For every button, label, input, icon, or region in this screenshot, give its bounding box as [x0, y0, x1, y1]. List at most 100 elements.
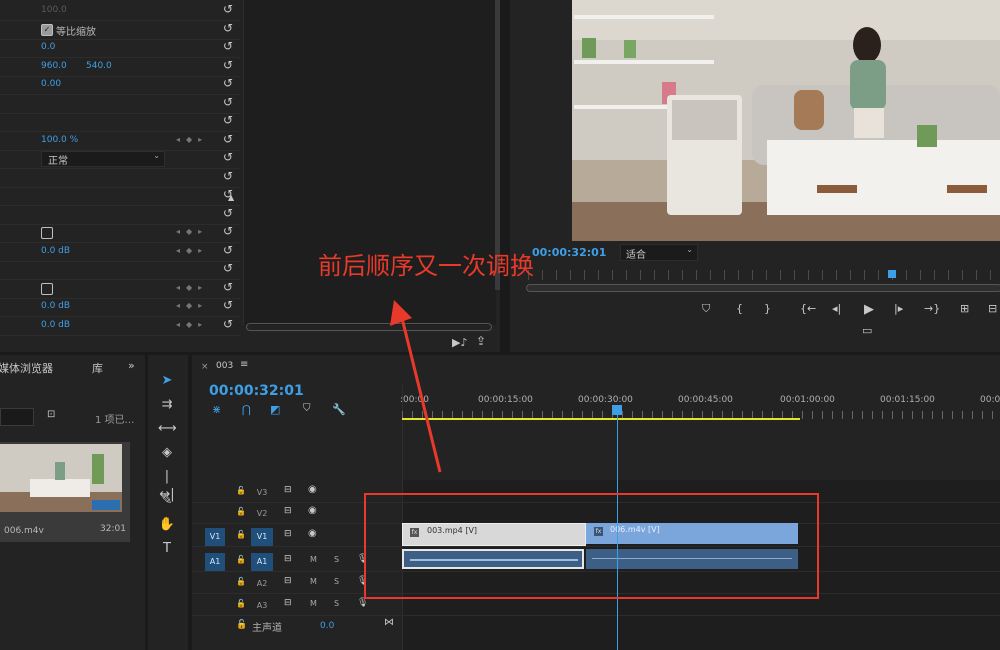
mark-out-icon[interactable]: }: [764, 302, 771, 315]
source-patch-a1[interactable]: A1: [205, 553, 225, 571]
track-lock-icon[interactable]: 🔓: [236, 507, 246, 516]
keyframe-nav-icon[interactable]: ◂◆▸: [176, 301, 208, 310]
reset-icon[interactable]: ↺: [223, 318, 235, 330]
effect-value[interactable]: 0.0 dB: [41, 301, 70, 311]
source-patch-v1[interactable]: V1: [205, 528, 225, 546]
track-target-v3[interactable]: V3: [251, 484, 273, 502]
eye-icon[interactable]: ◉: [308, 528, 317, 539]
reset-icon[interactable]: ↺: [223, 114, 235, 126]
mute-button[interactable]: M: [310, 599, 317, 608]
solo-button[interactable]: S: [334, 555, 339, 564]
track-select-tool-icon[interactable]: ⇉: [158, 396, 176, 414]
master-lock-icon[interactable]: 🔓: [236, 620, 247, 630]
keyframe-nav-icon[interactable]: ◂◆▸: [176, 283, 208, 292]
solo-button[interactable]: S: [334, 599, 339, 608]
extract-icon[interactable]: ⊟: [988, 302, 997, 315]
go-to-out-icon[interactable]: →}: [924, 302, 940, 315]
track-lock-icon[interactable]: 🔓: [236, 530, 246, 539]
effect-value[interactable]: 0.0: [41, 42, 55, 52]
export-frame-icon[interactable]: ⇪: [476, 334, 486, 348]
blend-mode-select[interactable]: 正常 ⌄: [41, 151, 165, 167]
program-playhead-marker[interactable]: [888, 270, 896, 278]
mute-button[interactable]: M: [310, 555, 317, 564]
track-lock-icon[interactable]: 🔓: [236, 555, 246, 564]
effect-value[interactable]: 100.0: [41, 5, 67, 15]
step-back-icon[interactable]: ◂|: [832, 302, 841, 315]
reset-icon[interactable]: ↺: [223, 281, 235, 293]
hand-tool-icon[interactable]: ✋: [158, 516, 176, 534]
reset-icon[interactable]: ↺: [223, 207, 235, 219]
selection-tool-icon[interactable]: ➤: [158, 372, 176, 390]
program-timecode[interactable]: 00:00:32:01: [532, 246, 606, 259]
sync-lock-icon[interactable]: ⊟: [284, 529, 292, 539]
reset-icon[interactable]: ↺: [223, 22, 235, 34]
razor-tool-icon[interactable]: ◈: [158, 444, 176, 462]
effect-value[interactable]: 0.0 dB: [41, 320, 70, 330]
program-zoom-bar[interactable]: [526, 284, 1000, 292]
collapse-triangle-icon[interactable]: ▲: [228, 193, 234, 202]
keyframe-nav-icon[interactable]: ◂◆▸: [176, 246, 208, 255]
effect-value[interactable]: 0.0 dB: [41, 246, 70, 256]
eye-icon[interactable]: ◉: [308, 505, 317, 516]
type-tool-icon[interactable]: T: [158, 540, 176, 558]
reset-icon[interactable]: ↺: [223, 244, 235, 256]
play-icon[interactable]: ▶: [864, 302, 874, 317]
mark-in-icon[interactable]: {: [736, 302, 743, 315]
keyframe-nav-icon[interactable]: ◂◆▸: [176, 320, 208, 329]
reset-icon[interactable]: ↺: [223, 262, 235, 274]
media-browser-tab[interactable]: 媒体浏览器: [0, 360, 53, 376]
reset-icon[interactable]: ↺: [223, 299, 235, 311]
ripple-edit-tool-icon[interactable]: ⟷: [158, 420, 177, 438]
reset-icon[interactable]: ↺: [223, 225, 235, 237]
track-target-a3[interactable]: A3: [251, 597, 273, 615]
project-search-input[interactable]: [0, 408, 34, 426]
track-target-v1[interactable]: V1: [251, 528, 273, 546]
reset-icon[interactable]: ↺: [223, 151, 235, 163]
effect-checkbox[interactable]: [41, 282, 53, 295]
clip-thumbnail-card[interactable]: 006.m4v 32:01: [0, 442, 130, 542]
program-ruler[interactable]: [528, 270, 1000, 280]
track-target-a2[interactable]: A2: [251, 575, 273, 593]
sync-lock-icon[interactable]: ⊟: [284, 576, 292, 586]
go-to-in-icon[interactable]: {←: [800, 302, 816, 315]
solo-button[interactable]: S: [334, 577, 339, 586]
pen-tool-icon[interactable]: ✎: [158, 492, 176, 510]
reset-icon[interactable]: ↺: [223, 133, 235, 145]
sync-lock-icon[interactable]: ⊟: [284, 554, 292, 564]
sync-lock-icon[interactable]: ⊟: [284, 485, 292, 495]
track-target-v2[interactable]: V2: [251, 505, 273, 523]
effect-checkbox[interactable]: [41, 227, 53, 239]
keyframe-nav-icon[interactable]: ◂◆▸: [176, 227, 208, 236]
effect-value[interactable]: 960.0: [41, 61, 67, 71]
master-end-icon[interactable]: ⋈: [384, 617, 394, 628]
new-bin-icon[interactable]: ⊡: [47, 409, 55, 420]
add-marker-icon[interactable]: ⛉: [702, 302, 710, 316]
effect-value[interactable]: 100.0 %: [41, 135, 78, 145]
track-target-a1[interactable]: A1: [251, 553, 273, 571]
reset-icon[interactable]: ↺: [223, 3, 235, 15]
slip-tool-icon[interactable]: |↔|: [158, 468, 176, 502]
keyframe-nav-icon[interactable]: ◂◆▸: [176, 135, 208, 144]
effect-value-2[interactable]: 540.0: [86, 61, 112, 71]
reset-icon[interactable]: ↺: [223, 170, 235, 182]
microphone-icon[interactable]: 🎙: [357, 598, 368, 608]
track-lock-icon[interactable]: 🔓: [236, 577, 246, 586]
reset-icon[interactable]: ↺: [223, 77, 235, 89]
sync-lock-icon[interactable]: ⊟: [284, 506, 292, 516]
track-lock-icon[interactable]: 🔓: [236, 486, 246, 495]
playhead-handle[interactable]: [612, 405, 622, 415]
lift-icon[interactable]: ⊞: [960, 302, 969, 315]
step-forward-icon[interactable]: |▸: [894, 302, 903, 315]
more-panels-icon[interactable]: »: [128, 359, 135, 372]
effect-value[interactable]: 0.00: [41, 79, 61, 89]
effect-checkbox[interactable]: ✓: [41, 23, 53, 36]
mute-button[interactable]: M: [310, 577, 317, 586]
eye-icon[interactable]: ◉: [308, 484, 317, 495]
track-lock-icon[interactable]: 🔓: [236, 599, 246, 608]
reset-icon[interactable]: ↺: [223, 96, 235, 108]
sync-lock-icon[interactable]: ⊟: [284, 598, 292, 608]
library-tab[interactable]: 库: [92, 360, 103, 376]
export-frame-icon[interactable]: ▭: [862, 324, 872, 337]
reset-icon[interactable]: ↺: [223, 59, 235, 71]
fit-select[interactable]: 适合 ⌄: [620, 244, 698, 261]
